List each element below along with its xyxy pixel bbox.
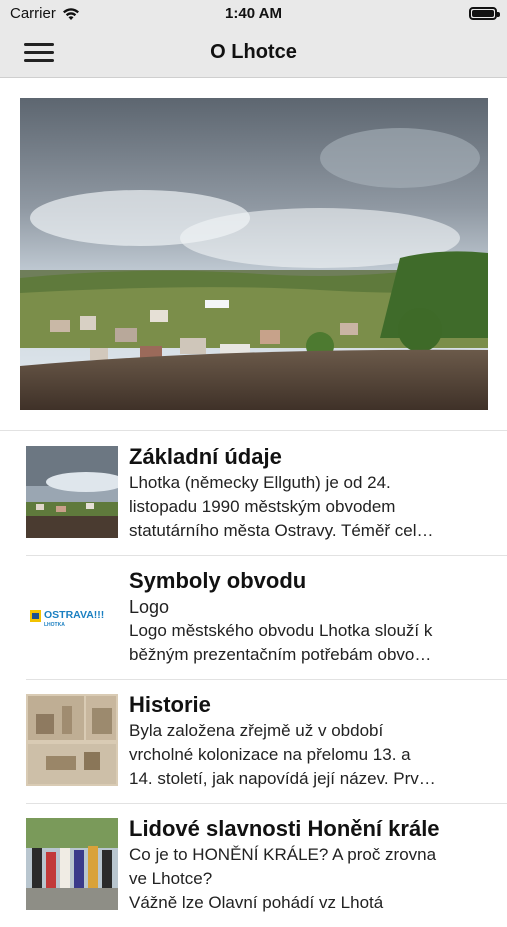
status-bar: Carrier 1:40 AM [0, 0, 507, 28]
list-item-description: Co je to HONĚNÍ KRÁLE? A proč zrovna ve … [129, 845, 437, 912]
list-item-title: Základní údaje [129, 444, 282, 469]
list-item-title: Lidové slavnosti Honění krále [129, 816, 440, 841]
battery-icon [469, 7, 500, 20]
list-item-description: Byla založena zřejmě už v období vrcholn… [129, 721, 436, 788]
svg-text:OSTRAVA!!!: OSTRAVA!!! [44, 609, 104, 621]
list-item-description: Logo městského obvodu Lhotka slouží k bě… [129, 621, 433, 664]
svg-text:LHOTKA: LHOTKA [44, 622, 65, 628]
list-item-symboly-obvodu[interactable]: OSTRAVA!!! LHOTKA Symboly obvodu Logo Lo… [0, 555, 507, 679]
historic-postcard-thumbnail [26, 694, 118, 786]
hero-landscape-image [20, 98, 488, 410]
list-item-zakladni-udaje[interactable]: Základní údaje Lhotka (německy Ellguth) … [0, 431, 507, 555]
list-item-description: Lhotka (německy Ellguth) je od 24. listo… [129, 473, 434, 540]
article-list: Základní údaje Lhotka (německy Ellguth) … [0, 431, 507, 927]
status-time: 1:40 AM [225, 5, 282, 22]
list-item-title: Historie [129, 692, 211, 717]
thumbnail-image [26, 446, 118, 538]
list-item-title: Symboly obvodu [129, 568, 307, 593]
list-item-lidove-slavnosti[interactable]: Lidové slavnosti Honění krále Co je to H… [0, 803, 507, 927]
list-item-text: Lidové slavnosti Honění krále Co je to H… [129, 815, 493, 915]
navigation-bar: O Lhotce [0, 28, 507, 78]
list-item-text: Symboly obvodu Logo Logo městského obvod… [129, 567, 493, 667]
list-item-historie[interactable]: Historie Byla založena zřejmě už v obdob… [0, 679, 507, 803]
list-item-text: Základní údaje Lhotka (německy Ellguth) … [129, 443, 493, 543]
festival-photo-thumbnail [26, 818, 118, 910]
logo-thumbnail: OSTRAVA!!! LHOTKA [26, 570, 118, 662]
list-item-text: Historie Byla založena zřejmě už v obdob… [129, 691, 493, 791]
page-title: O Lhotce [210, 41, 297, 63]
list-item-subtitle: Logo [129, 597, 170, 617]
